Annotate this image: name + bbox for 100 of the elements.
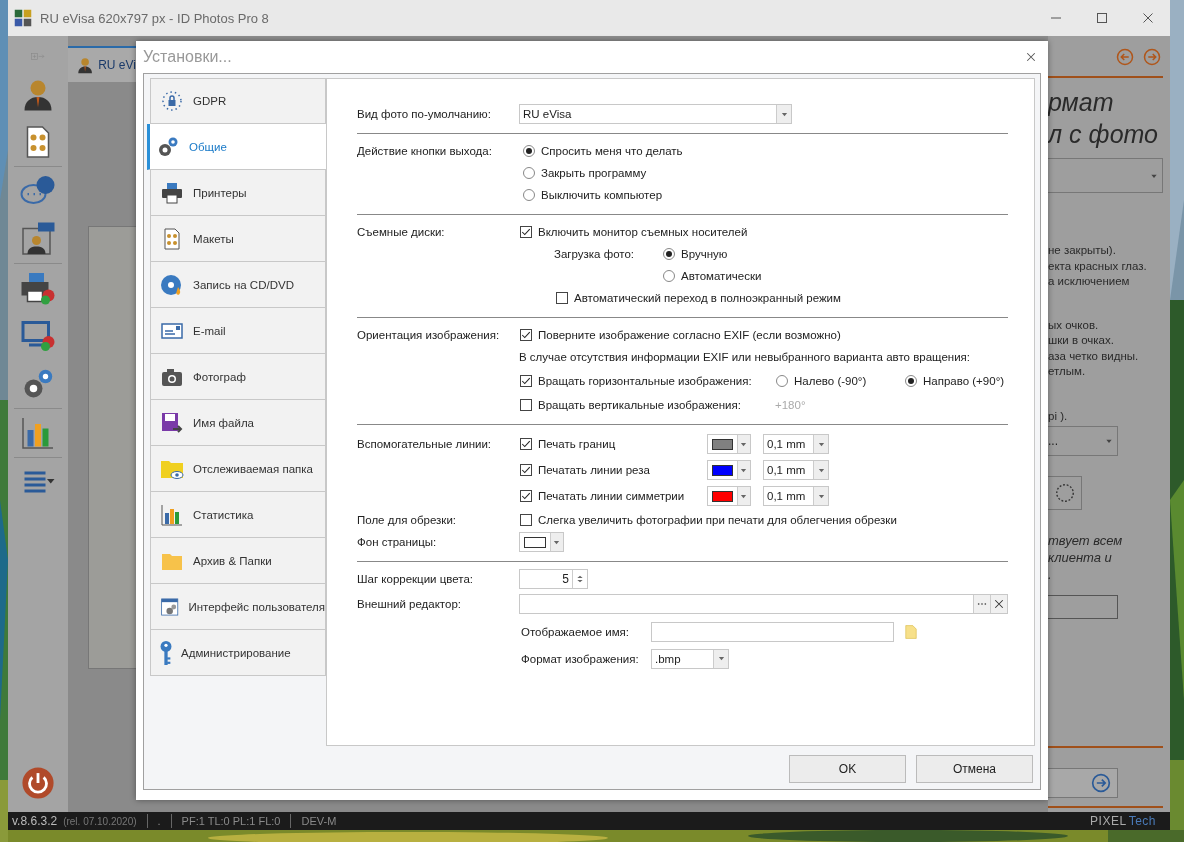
printer-icon (160, 180, 184, 205)
bar-chart-icon (160, 502, 184, 527)
check-icon (521, 465, 531, 475)
path-field[interactable] (519, 594, 1008, 614)
color-picker[interactable] (519, 532, 564, 552)
document-tab[interactable]: RU eVi (68, 46, 136, 82)
radio-label: Спросить меня что делать (541, 145, 683, 157)
nav-item[interactable]: Фотограф (150, 354, 326, 400)
caret-icon (717, 655, 725, 662)
arrow-right-icon (1091, 773, 1111, 793)
dotted-circle-icon (1053, 481, 1076, 504)
radio-button[interactable] (905, 375, 917, 387)
check-icon (521, 439, 531, 449)
radio-button[interactable] (523, 145, 535, 157)
checkbox-label: Автоматический переход в полноэкранный режим (574, 292, 841, 304)
nav-item[interactable]: E-mail (150, 308, 326, 354)
select-field[interactable]: .bmp (651, 648, 729, 669)
checkbox[interactable] (520, 438, 532, 450)
select-field[interactable]: 0,1 mm (763, 460, 829, 480)
name-field[interactable] (651, 621, 894, 642)
ok-button[interactable]: OK (789, 755, 906, 783)
key-icon (160, 640, 172, 665)
clear-button[interactable] (990, 595, 1007, 613)
number-field[interactable]: 5 (519, 569, 588, 589)
select-field[interactable]: RU eVisa (519, 104, 792, 124)
radio-button[interactable] (663, 270, 675, 282)
radio-label: Автоматически (681, 270, 762, 282)
nav-item[interactable]: Отслеживаемая папка (150, 446, 326, 492)
info-text: екта красных глаз. (1048, 258, 1148, 274)
field-label: Поле для обрезки: (357, 514, 457, 526)
info-text: ых очков. (1048, 317, 1100, 333)
info-text: аза четко видны. (1048, 348, 1140, 364)
checkbox-label: Печать границ (538, 438, 616, 450)
monitor-icon[interactable] (20, 318, 56, 354)
caret-icon (553, 538, 561, 546)
info-text: не закрыты). (1048, 243, 1117, 258)
nav-item[interactable]: Макеты (150, 216, 326, 262)
status-text: DEV-M (301, 815, 337, 827)
status-text: PF:1 TL:0 PL:1 FL:0 (181, 815, 281, 827)
field-label: Вспомогательные линии: (357, 438, 493, 450)
info-text: а исключением (1048, 274, 1131, 289)
field-label: Действие кнопки выхода: (357, 145, 493, 157)
nav-item[interactable]: Общие (147, 124, 326, 170)
option-label: +180° (775, 399, 806, 411)
select-field[interactable]: 0,1 mm (763, 486, 829, 506)
nav-item[interactable]: GDPR (150, 78, 326, 124)
nav-item[interactable]: Принтеры (150, 170, 326, 216)
next-button[interactable] (1048, 768, 1118, 798)
checkbox[interactable] (520, 226, 532, 238)
checkbox-label: Вращать горизонтальные изображения: (538, 375, 752, 387)
radio-button[interactable] (663, 248, 675, 260)
select-value: ... (1048, 433, 1058, 448)
logo: PIXEL Tech (1090, 814, 1156, 828)
radio-button[interactable] (523, 189, 535, 201)
lock-icon (160, 89, 184, 113)
dialog-title: Установки... (143, 48, 232, 66)
checkbox-label: Слегка увеличить фотографии при печати для облегчения обрезки (538, 514, 897, 526)
nav-item[interactable]: Интерфейс пользователя (150, 584, 326, 630)
checkbox[interactable] (520, 329, 532, 341)
check-icon (521, 227, 531, 237)
color-picker[interactable] (707, 434, 751, 454)
checkbox[interactable] (520, 375, 532, 387)
radio-button[interactable] (776, 375, 788, 387)
checkbox[interactable] (520, 490, 532, 502)
checkbox[interactable] (556, 292, 568, 304)
color-picker[interactable] (707, 460, 751, 480)
maximize-icon[interactable] (1096, 12, 1108, 24)
caret-icon (817, 492, 825, 500)
checkbox[interactable] (520, 514, 532, 526)
checkbox[interactable] (520, 464, 532, 476)
note-text: твует всем (1048, 531, 1124, 549)
caret-icon (780, 110, 788, 118)
note-text: . (1048, 565, 1053, 583)
nav-item[interactable]: Архив & Папки (150, 538, 326, 584)
radio-label: Налево (-90°) (794, 375, 867, 387)
color-picker[interactable] (707, 486, 751, 506)
nav-item[interactable]: Администрирование (150, 630, 326, 676)
nav-item[interactable]: Имя файла (150, 400, 326, 446)
nav-item[interactable]: Запись на CD/DVD (150, 262, 326, 308)
check-icon (521, 491, 531, 501)
close-icon[interactable] (1142, 12, 1154, 24)
field-label: Внешний редактор: (357, 598, 462, 610)
select-field[interactable]: 0,1 mm (763, 434, 829, 454)
cancel-button[interactable]: Отмена (916, 755, 1033, 783)
close-icon (994, 599, 1004, 609)
printer-icon[interactable] (20, 270, 56, 306)
field-label: Загрузка фото: (554, 248, 636, 260)
nav-item[interactable]: Статистика (150, 492, 326, 538)
power-icon[interactable] (21, 766, 55, 800)
app-icon (14, 9, 32, 27)
heading-text: л с фото (1048, 119, 1159, 150)
close-icon[interactable] (1026, 52, 1036, 62)
heading-text: рмат (1048, 87, 1115, 118)
new-photo-icon[interactable] (20, 221, 56, 257)
radio-label: Вручную (681, 248, 728, 260)
field-label: Формат изображения: (521, 652, 640, 665)
bar-chart-icon[interactable] (20, 415, 56, 451)
radio-button[interactable] (523, 167, 535, 179)
floppy-icon (160, 410, 184, 435)
caret-icon (817, 440, 825, 448)
